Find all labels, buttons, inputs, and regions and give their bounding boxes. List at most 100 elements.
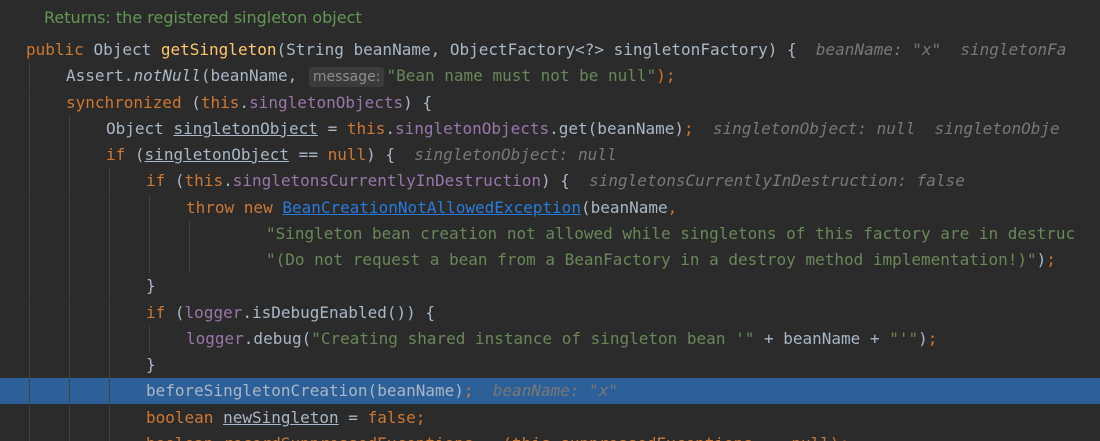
code-line[interactable]: "(Do not request a bean from a BeanFacto… xyxy=(0,247,1100,273)
indent-guide xyxy=(69,300,70,326)
indent-guide xyxy=(109,168,110,194)
doc-comment: Returns: the registered singleton object xyxy=(44,8,362,27)
indent-guide xyxy=(109,195,110,221)
code-line-content: Object singletonObject = this. singletonO… xyxy=(106,116,1060,142)
code-token: throw new xyxy=(186,198,283,217)
code-token: "'" xyxy=(889,329,919,348)
code-token: if xyxy=(146,303,175,322)
indent-guide xyxy=(69,142,70,168)
code-token: beforeSingletonCreation(beanName) xyxy=(146,381,464,400)
code-line-current[interactable]: beforeSingletonCreation(beanName); beanN… xyxy=(0,378,1100,404)
code-token: singletonObjects xyxy=(249,93,404,112)
code-token: "(Do not request a bean from a BeanFacto… xyxy=(266,250,1037,269)
indent-guide xyxy=(109,378,110,404)
code-line[interactable]: Assert.notNull(beanName, message: "Bean n… xyxy=(0,63,1100,89)
class-link[interactable]: BeanCreationNotAllowedException xyxy=(282,198,581,217)
code-line[interactable]: if (logger.isDebugEnabled()) { xyxy=(0,300,1100,326)
code-line-content: public Object getSingleton(String beanNa… xyxy=(26,37,1066,63)
code-token: getSingleton xyxy=(160,40,277,59)
indent-guide xyxy=(29,63,30,89)
indent-guide xyxy=(29,326,30,352)
code-line-content: boolean recordSuppressedExceptions = (th… xyxy=(146,431,849,441)
indent-guide xyxy=(69,116,70,142)
code-token: this xyxy=(184,171,224,190)
code-line[interactable]: if (this.singletonsCurrentlyInDestructio… xyxy=(0,168,1100,194)
indent-guide xyxy=(29,116,30,142)
indent-guide xyxy=(29,247,30,273)
inline-debug-hint: singletonObject: null singletonObje xyxy=(693,119,1060,138)
indent-guide xyxy=(69,405,70,431)
code-line-content: synchronized (this.singletonObjects) { xyxy=(66,90,432,116)
code-token: } xyxy=(146,276,156,295)
indent-guide xyxy=(29,221,30,247)
code-token: "Creating shared instance of singleton b… xyxy=(311,329,755,348)
code-line[interactable]: } xyxy=(0,273,1100,299)
inline-debug-hint: singletonsCurrentlyInDestruction: false xyxy=(569,171,965,190)
indent-guide xyxy=(29,168,30,194)
code-token: synchronized xyxy=(66,93,192,112)
code-line[interactable]: if (singletonObject == null) { singleton… xyxy=(0,142,1100,168)
code-line[interactable]: "Singleton bean creation not allowed whi… xyxy=(0,221,1100,247)
code-token: public xyxy=(26,40,94,59)
indent-guide xyxy=(149,195,150,221)
code-editor[interactable]: Returns: the registered singleton object… xyxy=(0,0,1100,441)
code-token: if xyxy=(146,171,175,190)
code-line-content: if (singletonObject == null) { singleton… xyxy=(106,142,617,168)
code-token: newSingleton xyxy=(223,408,339,427)
indent-guide xyxy=(149,326,150,352)
inline-debug-hint: beanName: "x" xyxy=(473,381,619,400)
code-token: = xyxy=(338,408,368,427)
code-token: + beanName + xyxy=(754,329,890,348)
indent-guide xyxy=(189,221,190,247)
code-token: Object xyxy=(106,119,174,138)
code-token: ) { xyxy=(540,171,570,190)
indent-guide xyxy=(109,405,110,431)
code-line[interactable]: public Object getSingleton(String beanNa… xyxy=(0,37,1100,63)
indent-guide xyxy=(149,221,150,247)
code-line-content: Assert.notNull(beanName, message: "Bean n… xyxy=(66,63,675,89)
code-token: singletonsCurrentlyInDestruction xyxy=(232,171,541,190)
code-line[interactable]: synchronized (this.singletonObjects) { xyxy=(0,90,1100,116)
inline-debug-hint: singletonObject: null xyxy=(395,145,617,164)
code-line[interactable]: logger.debug("Creating shared instance o… xyxy=(0,326,1100,352)
code-token: notNull xyxy=(133,66,201,85)
indent-guide xyxy=(69,431,70,441)
code-line[interactable]: } xyxy=(0,352,1100,378)
code-token: logger xyxy=(186,329,244,348)
code-token: ( xyxy=(174,303,185,322)
code-token: = xyxy=(317,119,347,138)
code-line[interactable]: boolean recordSuppressedExceptions = (th… xyxy=(0,431,1100,441)
code-token: singletonObject xyxy=(173,119,318,138)
code-token: , xyxy=(667,198,678,217)
indent-guide xyxy=(29,405,30,431)
indent-guide xyxy=(149,247,150,273)
indent-guide xyxy=(29,352,30,378)
code-token: ; xyxy=(927,329,938,348)
indent-guide xyxy=(109,300,110,326)
code-line-content: if (logger.isDebugEnabled()) { xyxy=(146,300,435,326)
code-token: . xyxy=(223,171,233,190)
indent-guide xyxy=(109,352,110,378)
code-token: .get(beanName) xyxy=(549,119,684,138)
code-line-content: boolean newSingleton = false; xyxy=(146,405,425,431)
indent-guide xyxy=(29,378,30,404)
code-token: if xyxy=(106,145,135,164)
indent-guide xyxy=(109,326,110,352)
code-line-content: "(Do not request a bean from a BeanFacto… xyxy=(266,247,1056,273)
code-token: . xyxy=(385,119,396,138)
code-token: ) { xyxy=(366,145,396,164)
code-token: false xyxy=(367,408,416,427)
indent-guide xyxy=(69,221,70,247)
code-token: == xyxy=(289,145,328,164)
code-line[interactable]: boolean newSingleton = false; xyxy=(0,405,1100,431)
indent-guide xyxy=(69,378,70,404)
indent-guide xyxy=(29,90,30,116)
code-token: Object xyxy=(93,40,161,59)
code-line[interactable]: Object singletonObject = this. singletonO… xyxy=(0,116,1100,142)
indent-guide xyxy=(69,168,70,194)
code-line[interactable]: throw new BeanCreationNotAllowedExceptio… xyxy=(0,195,1100,221)
inline-debug-hint: beanName: "x" singletonFa xyxy=(796,40,1067,59)
code-line-content: "Singleton bean creation not allowed whi… xyxy=(266,221,1075,247)
code-line-content: } xyxy=(146,273,156,299)
code-token: this xyxy=(346,119,386,138)
